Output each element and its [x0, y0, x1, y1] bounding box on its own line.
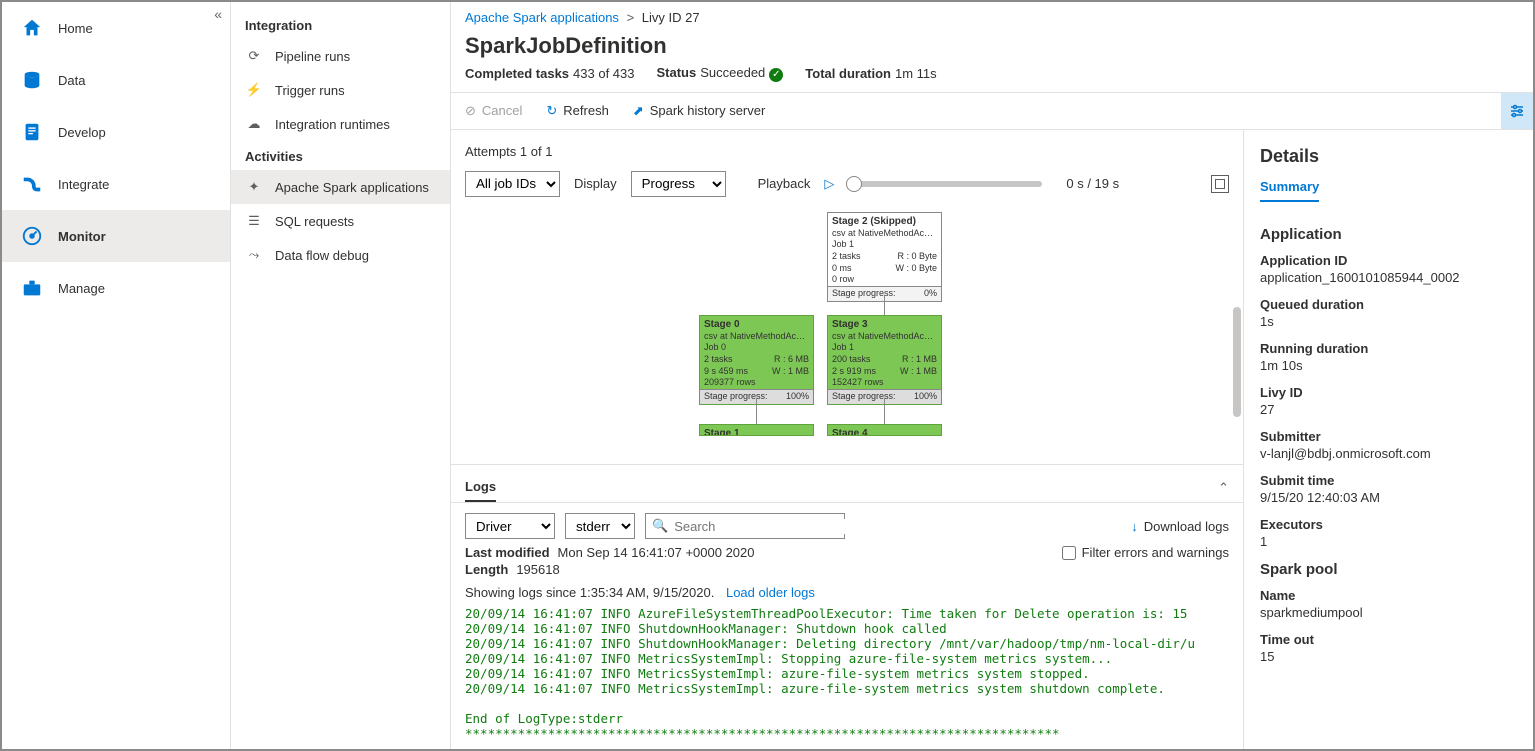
dataflow-icon: ⤳	[245, 246, 263, 264]
detail-item: Submitterv-lanjl@bdbj.onmicrosoft.com	[1260, 429, 1517, 461]
display-select[interactable]: Progress	[631, 171, 726, 197]
load-older-logs[interactable]: Load older logs	[726, 585, 815, 600]
nav-label: Home	[58, 21, 93, 36]
subnav-trigger-runs[interactable]: ⚡Trigger runs	[231, 73, 450, 107]
refresh-icon: ↻	[546, 103, 557, 119]
status-row: Completed tasks433 of 433 StatusSucceede…	[451, 63, 1533, 93]
download-icon: ↓	[1131, 519, 1138, 534]
detail-item: Executors1	[1260, 517, 1517, 549]
details-title: Details	[1260, 146, 1517, 167]
subnav-heading-activities: Activities	[231, 141, 450, 170]
nav-integrate[interactable]: Integrate	[2, 158, 230, 210]
spark-icon: ✦	[245, 178, 263, 196]
home-icon	[20, 16, 44, 40]
detail-item: Namesparkmediumpool	[1260, 588, 1517, 620]
subnav-integration-runtimes[interactable]: ☁Integration runtimes	[231, 107, 450, 141]
breadcrumb-current: Livy ID 27	[642, 10, 700, 25]
download-logs-button[interactable]: ↓Download logs	[1131, 519, 1229, 534]
collapse-logs-icon[interactable]: ⌃	[1218, 480, 1229, 496]
cancel-icon: ⊘	[465, 103, 476, 119]
runtimes-icon: ☁	[245, 115, 263, 133]
subnav-heading-integration: Integration	[231, 10, 450, 39]
cancel-button: ⊘Cancel	[465, 103, 522, 119]
success-icon: ✓	[769, 68, 783, 82]
dag-controls: All job IDs Display Progress Playback ▷ …	[451, 167, 1243, 207]
filter-panel-button[interactable]	[1501, 93, 1533, 129]
nav-label: Data	[58, 73, 85, 88]
subnav-pipeline-runs[interactable]: ⟳Pipeline runs	[231, 39, 450, 73]
application-heading: Application	[1260, 226, 1517, 243]
database-icon	[20, 68, 44, 92]
details-panel: Details Summary Application Application …	[1243, 130, 1533, 750]
sql-icon: ☰	[245, 212, 263, 230]
playback-time: 0 s / 19 s	[1066, 176, 1119, 191]
pipeline-icon	[20, 172, 44, 196]
page-title: SparkJobDefinition	[451, 25, 1533, 63]
detail-item: Submit time9/15/20 12:40:03 AM	[1260, 473, 1517, 505]
stage-1-box[interactable]: Stage 1	[699, 424, 814, 436]
stage-0-box[interactable]: Stage 0 csv at NativeMethodAccessor... J…	[699, 315, 814, 405]
log-source-select[interactable]: Driver	[465, 513, 555, 539]
toolbox-icon	[20, 276, 44, 300]
detail-item: Running duration1m 10s	[1260, 341, 1517, 373]
detail-item: Queued duration1s	[1260, 297, 1517, 329]
sparkpool-heading: Spark pool	[1260, 561, 1517, 578]
filter-errors-checkbox[interactable]: Filter errors and warnings	[1062, 545, 1229, 560]
breadcrumb-parent[interactable]: Apache Spark applications	[465, 10, 619, 25]
nav-label: Monitor	[58, 229, 106, 244]
monitor-subnav: Integration ⟳Pipeline runs ⚡Trigger runs…	[231, 2, 451, 749]
collapse-nav-icon[interactable]: «	[214, 6, 222, 22]
logs-tab[interactable]: Logs	[465, 473, 496, 502]
subnav-sql-requests[interactable]: ☰SQL requests	[231, 204, 450, 238]
history-server-button[interactable]: ⬈Spark history server	[633, 103, 766, 119]
nav-manage[interactable]: Manage	[2, 262, 230, 314]
dag-scrollbar[interactable]	[1233, 307, 1241, 417]
nav-label: Integrate	[58, 177, 109, 192]
stage-2-box[interactable]: Stage 2 (Skipped) csv at NativeMethodAcc…	[827, 212, 942, 302]
nav-label: Develop	[58, 125, 106, 140]
detail-item: Application IDapplication_1600101085944_…	[1260, 253, 1517, 285]
document-icon	[20, 120, 44, 144]
nav-develop[interactable]: Develop	[2, 106, 230, 158]
log-stream-select[interactable]: stderr	[565, 513, 635, 539]
main-panel: Apache Spark applications > Livy ID 27 S…	[451, 2, 1533, 749]
log-search[interactable]: 🔍	[645, 513, 845, 539]
play-icon[interactable]: ▷	[824, 176, 834, 192]
jobids-select[interactable]: All job IDs	[465, 171, 560, 197]
detail-item: Livy ID27	[1260, 385, 1517, 417]
trigger-runs-icon: ⚡	[245, 81, 263, 99]
attempts-label: Attempts 1 of 1	[451, 130, 1243, 167]
gauge-icon	[20, 224, 44, 248]
playback-label: Playback	[758, 176, 811, 191]
fullscreen-icon[interactable]	[1211, 175, 1229, 193]
nav-home[interactable]: Home	[2, 2, 230, 54]
dag-view[interactable]: Stage 2 (Skipped) csv at NativeMethodAcc…	[451, 207, 1243, 465]
nav-data[interactable]: Data	[2, 54, 230, 106]
logs-since-label: Showing logs since 1:35:34 AM, 9/15/2020…	[465, 585, 714, 600]
logs-panel: Logs ⌃ Driver stderr 🔍 ↓Download logs	[451, 464, 1243, 749]
nav-monitor[interactable]: Monitor	[2, 210, 230, 262]
breadcrumb: Apache Spark applications > Livy ID 27	[451, 2, 1533, 25]
display-label: Display	[574, 176, 617, 191]
detail-item: Time out15	[1260, 632, 1517, 664]
left-nav: « Home Data Develop Integrate Monitor Ma…	[2, 2, 231, 749]
search-icon: 🔍	[652, 518, 668, 534]
playback-slider[interactable]	[852, 181, 1042, 187]
open-icon: ⬈	[633, 103, 644, 119]
summary-tab[interactable]: Summary	[1260, 179, 1319, 202]
subnav-dataflow-debug[interactable]: ⤳Data flow debug	[231, 238, 450, 272]
stage-4-box[interactable]: Stage 4	[827, 424, 942, 436]
stage-3-box[interactable]: Stage 3 csv at NativeMethodAccessor... J…	[827, 315, 942, 405]
log-output: 20/09/14 16:41:07 INFO AzureFileSystemTh…	[451, 606, 1243, 749]
pipeline-runs-icon: ⟳	[245, 47, 263, 65]
toolbar: ⊘Cancel ↻Refresh ⬈Spark history server	[451, 93, 1533, 130]
log-search-input[interactable]	[674, 519, 850, 534]
subnav-spark-apps[interactable]: ✦Apache Spark applications	[231, 170, 450, 204]
nav-label: Manage	[58, 281, 105, 296]
refresh-button[interactable]: ↻Refresh	[546, 103, 608, 119]
